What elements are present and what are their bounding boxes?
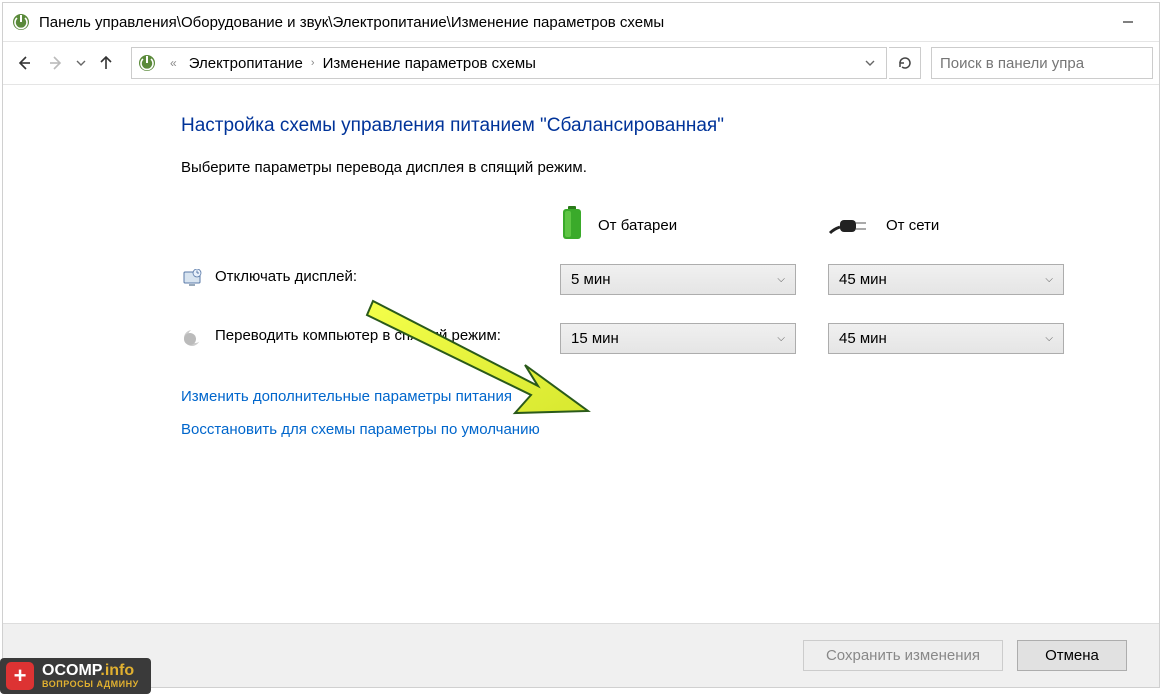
plus-icon: +	[6, 662, 34, 690]
links: Изменить дополнительные параметры питани…	[181, 388, 1159, 438]
watermark-main: OCOMP	[42, 662, 100, 679]
back-button[interactable]	[9, 48, 39, 78]
dropdown-display-battery[interactable]: 5 мин ⌵	[560, 264, 796, 295]
column-plugged-label: От сети	[886, 217, 939, 234]
breadcrumb-parent[interactable]: Электропитание	[183, 55, 309, 72]
chevron-down-icon: ⌵	[1045, 333, 1053, 344]
address-bar[interactable]: « Электропитание › Изменение параметров …	[131, 47, 887, 79]
link-restore-defaults[interactable]: Восстановить для схемы параметры по умол…	[181, 421, 1159, 438]
dropdown-sleep-plugged[interactable]: 45 мин ⌵	[828, 323, 1064, 354]
chevron-down-icon: ⌵	[1045, 274, 1053, 285]
chevron-down-icon: ⌵	[777, 333, 785, 344]
chevron-down-icon: ⌵	[777, 274, 785, 285]
monitor-icon	[181, 268, 203, 290]
watermark: + OCOMP.info ВОПРОСЫ АДМИНУ	[0, 658, 151, 694]
columns-header: От батареи От сети	[181, 204, 1159, 246]
dropdown-value: 45 мин	[839, 271, 1045, 288]
watermark-sub: ВОПРОСЫ АДМИНУ	[42, 680, 139, 689]
battery-icon	[560, 204, 584, 246]
forward-button[interactable]	[41, 48, 71, 78]
window: Панель управления\Оборудование и звук\Эл…	[2, 2, 1160, 688]
refresh-button[interactable]	[889, 47, 921, 79]
page-subtitle: Выберите параметры перевода дисплея в сп…	[181, 159, 1159, 176]
footer: Сохранить изменения Отмена	[3, 623, 1159, 687]
history-dropdown[interactable]	[73, 48, 89, 78]
content: Настройка схемы управления питанием "Сба…	[3, 85, 1159, 438]
column-plugged: От сети	[828, 204, 1096, 246]
plug-icon	[828, 209, 872, 241]
dropdown-value: 15 мин	[571, 330, 777, 347]
window-title: Панель управления\Оборудование и звук\Эл…	[39, 14, 1105, 31]
breadcrumb-current[interactable]: Изменение параметров схемы	[317, 55, 542, 72]
watermark-domain: .info	[100, 662, 134, 679]
power-options-icon	[11, 12, 31, 32]
chevron-right-icon: ›	[309, 57, 317, 69]
row-label: Переводить компьютер в спящий режим:	[181, 323, 560, 349]
chevrons-icon: «	[170, 56, 177, 70]
search-input[interactable]	[931, 47, 1153, 79]
column-battery: От батареи	[560, 204, 828, 246]
row-display-label: Отключать дисплей:	[215, 268, 357, 285]
moon-icon	[181, 327, 203, 349]
column-battery-label: От батареи	[598, 217, 677, 234]
dropdown-value: 5 мин	[571, 271, 777, 288]
dropdown-sleep-battery[interactable]: 15 мин ⌵	[560, 323, 796, 354]
titlebar: Панель управления\Оборудование и звук\Эл…	[3, 3, 1159, 41]
minimize-button[interactable]	[1105, 6, 1151, 38]
cancel-button[interactable]: Отмена	[1017, 640, 1127, 671]
power-options-icon	[136, 52, 158, 74]
row-sleep: Переводить компьютер в спящий режим: 15 …	[181, 323, 1159, 354]
row-sleep-label: Переводить компьютер в спящий режим:	[215, 327, 501, 344]
row-turn-off-display: Отключать дисплей: 5 мин ⌵ 45 мин ⌵	[181, 264, 1159, 295]
up-button[interactable]	[91, 48, 121, 78]
address-dropdown[interactable]	[858, 48, 882, 78]
save-button: Сохранить изменения	[803, 640, 1003, 671]
link-advanced-settings[interactable]: Изменить дополнительные параметры питани…	[181, 388, 1159, 405]
row-label: Отключать дисплей:	[181, 264, 560, 290]
dropdown-value: 45 мин	[839, 330, 1045, 347]
navbar: « Электропитание › Изменение параметров …	[3, 41, 1159, 85]
page-title: Настройка схемы управления питанием "Сба…	[181, 115, 1159, 137]
dropdown-display-plugged[interactable]: 45 мин ⌵	[828, 264, 1064, 295]
